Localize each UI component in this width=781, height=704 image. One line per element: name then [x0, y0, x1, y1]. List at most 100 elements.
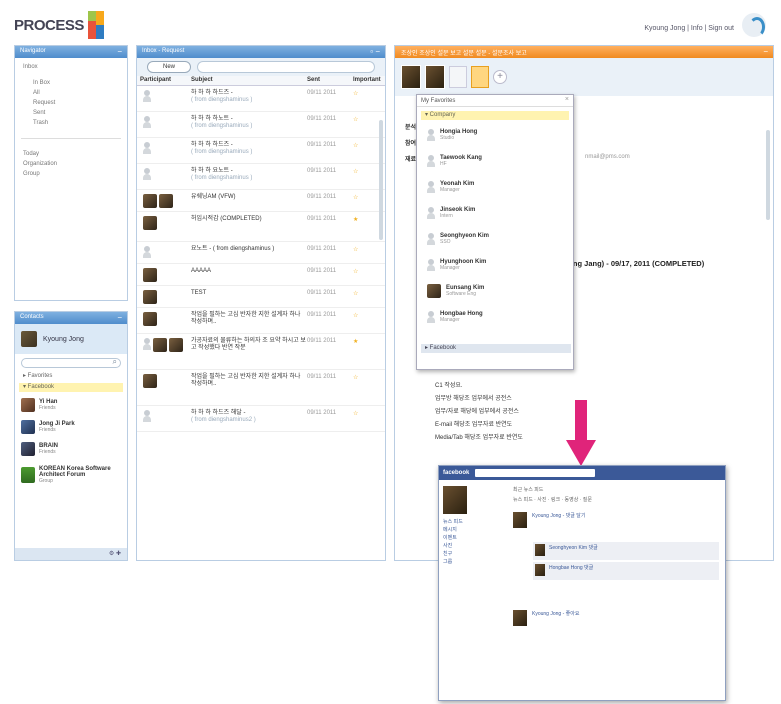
star-icon[interactable]: ☆	[353, 410, 365, 417]
table-row[interactable]: 하 하 하 하노트 -( from diengshaminus ) 09/11 …	[137, 112, 385, 138]
row-subject: 허임시적감 (COMPLETED)	[191, 216, 307, 223]
favorite-item[interactable]: Hyunghoon Kim Manager	[417, 252, 573, 278]
table-row[interactable]: 허임시적감 (COMPLETED) 09/11 2011 ★	[137, 212, 385, 242]
star-icon[interactable]: ☆	[353, 142, 365, 149]
minimize-icon[interactable]: ▫ −	[370, 47, 380, 56]
minimize-icon[interactable]: −	[117, 47, 122, 56]
contact-search-input[interactable]	[21, 357, 121, 368]
my-profile[interactable]: Kyoung Jong	[15, 324, 127, 354]
nav-item-trash[interactable]: Trash	[23, 118, 119, 128]
contact-item[interactable]: BRAIN Friends	[15, 438, 127, 460]
star-icon[interactable]: ☆	[353, 268, 365, 275]
settings-icon[interactable]: ⚙	[109, 551, 114, 557]
fb-side-item[interactable]: 뉴스 피드	[443, 518, 505, 526]
post-author[interactable]: Kyoung Jong - 댓글 달기	[532, 512, 585, 540]
star-icon[interactable]: ☆	[353, 116, 365, 123]
nav-item-sent[interactable]: Sent	[23, 108, 119, 118]
table-row[interactable]: TEST 09/11 2011 ☆	[137, 286, 385, 308]
table-row[interactable]: 유쉐닝AM (VFW) 09/11 2011 ☆	[137, 190, 385, 212]
table-row[interactable]: AAAAA 09/11 2011 ☆	[137, 264, 385, 286]
col-participant[interactable]: Participant	[137, 77, 191, 85]
favorites-icon[interactable]	[471, 66, 489, 88]
star-icon[interactable]: ☆	[353, 90, 365, 97]
person-icon	[143, 168, 151, 180]
table-row[interactable]: 요노트 - ( from diengshaminus ) 09/11 2011 …	[137, 242, 385, 264]
nav-item-all[interactable]: All	[23, 88, 119, 98]
table-row[interactable]: 작업을 필하는 고심 반자한 지한 설계자 하나 작성하며.. 09/11 20…	[137, 370, 385, 406]
favorite-item[interactable]: Seonghyeon Kim SSO	[417, 226, 573, 252]
fb-side-item[interactable]: 이벤트	[443, 534, 505, 542]
table-row[interactable]: 하 하 하 하드즈 -( from diengshaminus ) 09/11 …	[137, 86, 385, 112]
table-row[interactable]: 하 하 하 하드즈 -( from diengshaminus ) 09/11 …	[137, 138, 385, 164]
favorite-item[interactable]: Hongia Hong Studio	[417, 122, 573, 148]
table-row[interactable]: 가공자료의 물류하는 하의자 조 요약 하시고 보고 작성했다 반연 작분 09…	[137, 334, 385, 370]
comment-author[interactable]: Hongbae Hong 댓글	[549, 564, 593, 578]
post-author[interactable]: Kyoung Jong - 좋아요	[532, 610, 579, 638]
table-row[interactable]: 하 하 하 하드즈 해달 -( from diengshaminus2 ) 09…	[137, 406, 385, 432]
row-sent: 09/11 2011	[307, 338, 337, 344]
favorite-item[interactable]: Hongbae Hong Manager	[417, 304, 573, 330]
contact-item[interactable]: Jong Ji Park Friends	[15, 416, 127, 438]
table-row[interactable]: 작업을 필하는 고심 반자한 지한 설계자 하나 작성하며.. 09/11 20…	[137, 308, 385, 334]
close-icon[interactable]: ×	[565, 96, 569, 103]
nav-section-today[interactable]: Today	[23, 149, 119, 159]
favorite-item[interactable]: Yeonah Kim Manager	[417, 174, 573, 200]
star-icon[interactable]: ★	[353, 216, 365, 223]
group-company[interactable]: ▾ Company	[421, 111, 569, 120]
contact-item[interactable]: KOREAN Korea Software Architect Forum Gro…	[15, 460, 127, 490]
col-important[interactable]: Important	[353, 77, 383, 85]
subject-sub: ( from diengshaminus )	[191, 97, 253, 103]
nav-section-organization[interactable]: Organization	[23, 159, 119, 169]
minimize-icon[interactable]: −	[117, 313, 122, 322]
add-contact-icon[interactable]: ✚	[116, 551, 121, 557]
favorite-item[interactable]: Eunsang Kim Software Eng	[417, 278, 573, 304]
fb-side-item[interactable]: 친구	[443, 550, 505, 558]
feed-filters[interactable]: 뉴스 피드 · 사진 · 링크 · 동영상 · 질문	[513, 496, 719, 506]
list-search-input[interactable]	[197, 61, 375, 73]
list-scrollbar[interactable]	[379, 120, 383, 240]
group-facebook[interactable]: ▸ Facebook	[421, 344, 571, 353]
star-icon[interactable]: ☆	[353, 312, 365, 319]
avatar	[143, 194, 157, 208]
avatar[interactable]	[425, 65, 445, 89]
nav-section-group[interactable]: Group	[23, 169, 119, 179]
detail-scrollbar[interactable]	[766, 130, 770, 220]
facebook-search-input[interactable]	[475, 469, 596, 477]
fb-side-item[interactable]: 그룹	[443, 558, 505, 566]
feed-post[interactable]: Kyoung Jong - 댓글 달기	[513, 512, 719, 540]
facebook-logo[interactable]: facebook	[443, 470, 469, 476]
star-icon[interactable]: ★	[353, 338, 365, 345]
comment-author[interactable]: Seonghyeon Kim 댓글	[549, 544, 598, 558]
group-facebook[interactable]: ▾ Facebook	[19, 383, 123, 392]
fb-side-item[interactable]: 메시지	[443, 526, 505, 534]
feed-post[interactable]: Kyoung Jong - 좋아요	[513, 610, 719, 638]
fb-side-item[interactable]: 사진	[443, 542, 505, 550]
star-icon[interactable]: ☆	[353, 374, 365, 381]
feed-comment[interactable]: Hongbae Hong 댓글	[533, 562, 719, 580]
star-icon[interactable]: ☆	[353, 168, 365, 175]
col-sent[interactable]: Sent	[307, 77, 353, 85]
feed-comment[interactable]: Seonghyeon Kim 댓글	[533, 542, 719, 560]
avatar	[21, 442, 35, 456]
minimize-icon[interactable]: −	[763, 47, 768, 56]
new-button[interactable]: New	[147, 61, 191, 73]
person-icon[interactable]	[449, 66, 467, 88]
favorite-item[interactable]: Taewook Kang HF	[417, 148, 573, 174]
nav-item-inbox[interactable]: Inbox	[23, 62, 119, 72]
contacts-panel: Contacts − Kyoung Jong ▸ Favorites ▾ Fac…	[14, 311, 128, 561]
user-links[interactable]: Kyoung Jong | Info | Sign out	[644, 25, 734, 32]
nav-item-request[interactable]: Request	[23, 98, 119, 108]
star-icon[interactable]: ☆	[353, 194, 365, 201]
row-sent: 09/11 2011	[307, 374, 337, 380]
col-subject[interactable]: Subject	[191, 77, 307, 85]
nav-item-in-box[interactable]: In Box	[23, 78, 119, 88]
favorite-item[interactable]: Jinseok Kim Intern	[417, 200, 573, 226]
table-row[interactable]: 하 하 하 요노트 -( from diengshaminus ) 09/11 …	[137, 164, 385, 190]
contact-item[interactable]: Yi Han Friends	[15, 394, 127, 416]
group-favorites[interactable]: ▸ Favorites	[19, 372, 123, 381]
star-icon[interactable]: ☆	[353, 246, 365, 253]
add-participant-icon[interactable]: +	[493, 70, 507, 84]
star-icon[interactable]: ☆	[353, 290, 365, 297]
refresh-icon[interactable]	[742, 13, 766, 37]
avatar[interactable]	[401, 65, 421, 89]
